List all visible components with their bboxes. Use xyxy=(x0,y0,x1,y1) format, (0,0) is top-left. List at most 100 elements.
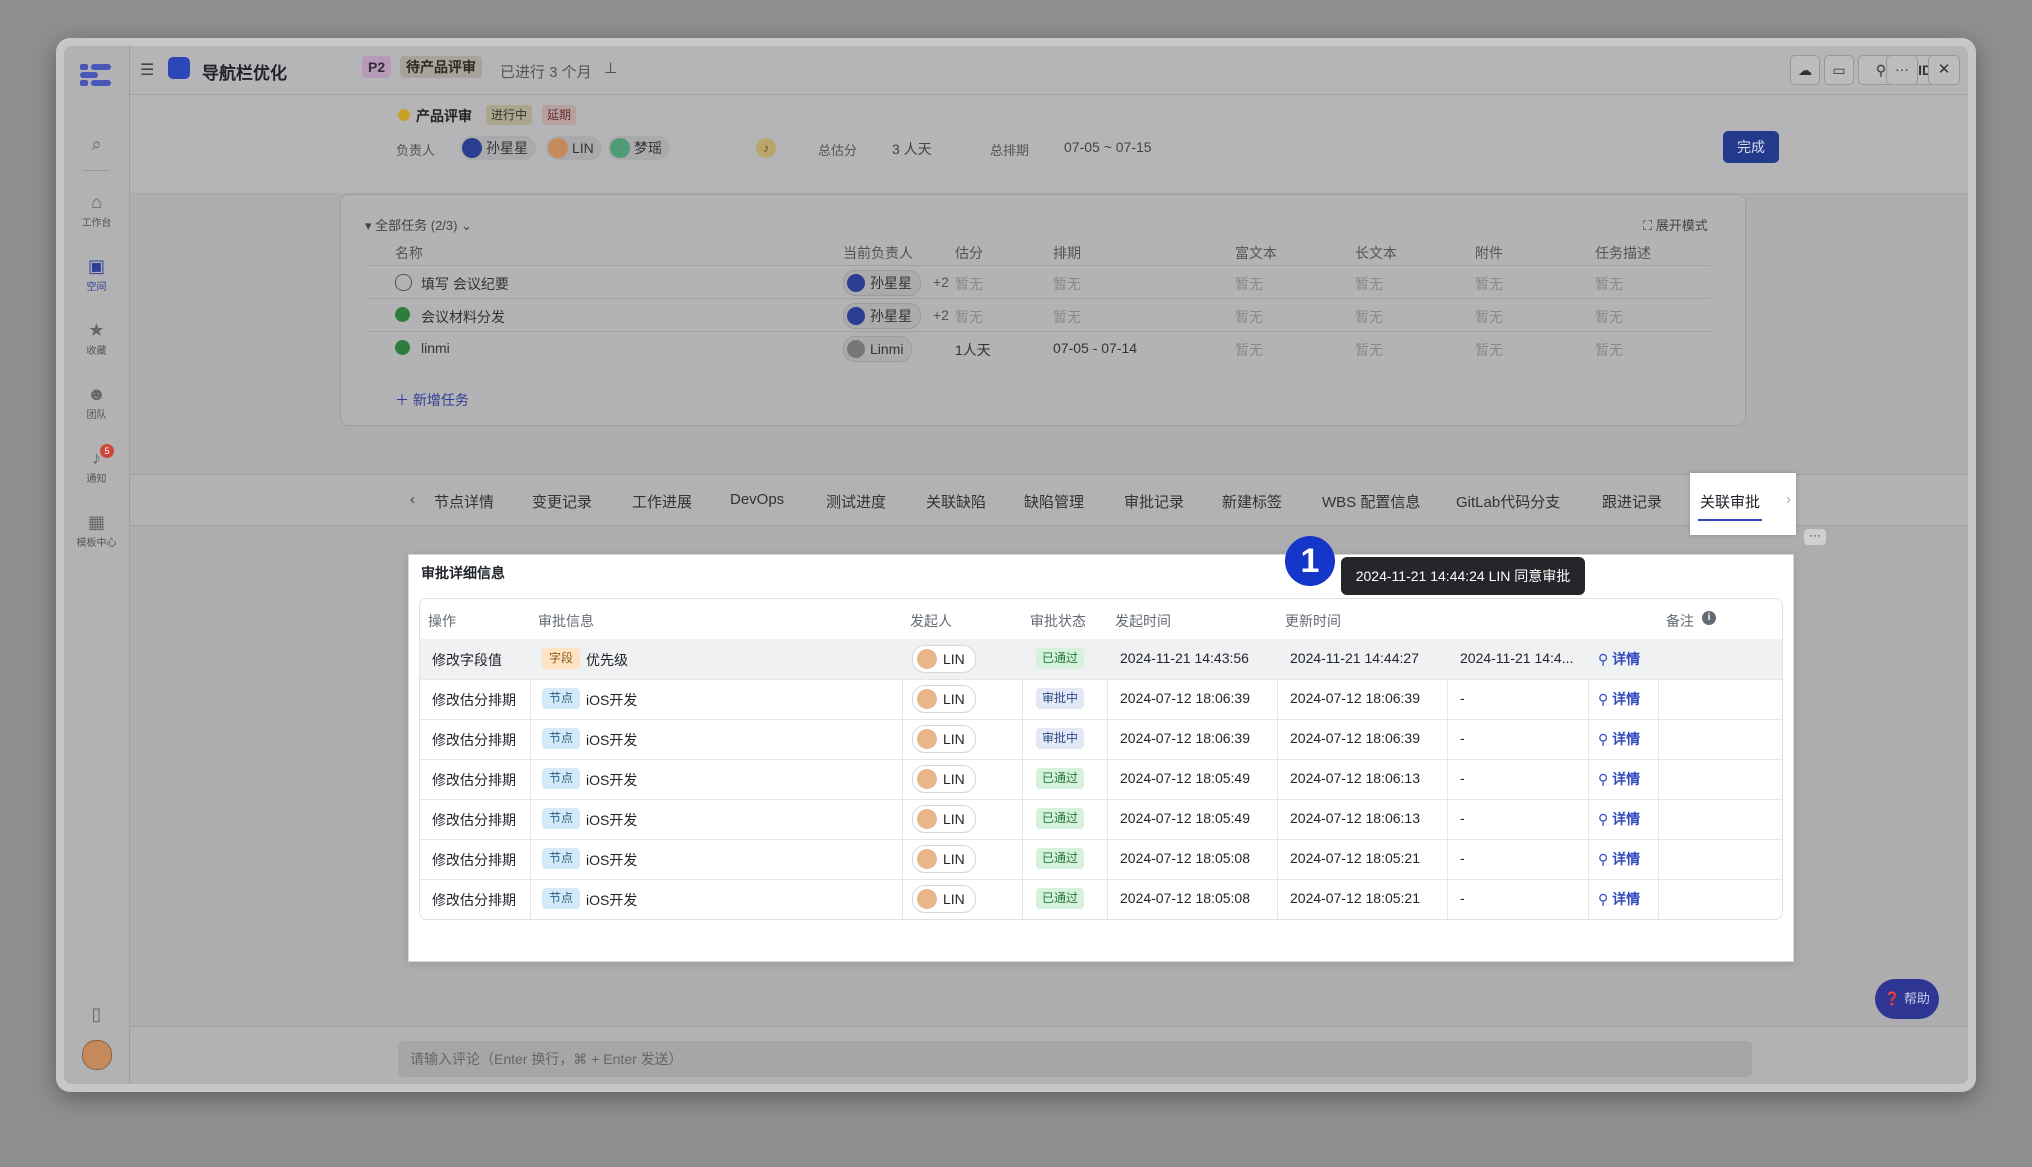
detail-link[interactable]: ⚲ 详情 xyxy=(1598,689,1640,709)
cell[interactable]: 暂无 xyxy=(1235,307,1263,327)
tab[interactable]: 新建标签 xyxy=(1222,491,1282,512)
tab[interactable]: 审批记录 xyxy=(1124,491,1184,512)
owner-chip[interactable]: 孙星星 xyxy=(460,136,536,160)
complete-button[interactable]: 完成 xyxy=(1723,131,1779,163)
cell[interactable]: 暂无 xyxy=(1475,307,1503,327)
more-button[interactable]: ··· xyxy=(1886,55,1918,85)
task-row[interactable]: 填写 会议纪要 孙星星 +2 暂无 暂无 暂无 暂无 暂无 暂无 xyxy=(367,265,1711,299)
cell[interactable]: 暂无 xyxy=(1053,274,1081,294)
tab[interactable]: 工作进展 xyxy=(632,491,692,512)
cell[interactable]: 暂无 xyxy=(1053,307,1081,327)
nav-search[interactable]: ⌕ xyxy=(64,134,129,156)
tab[interactable]: 变更记录 xyxy=(532,491,592,512)
todo-circle-icon[interactable] xyxy=(395,274,412,291)
watch-button[interactable]: ☁ xyxy=(1790,55,1820,85)
tab[interactable]: 测试进度 xyxy=(826,491,886,512)
detail-link[interactable]: ⚲ 详情 xyxy=(1598,649,1640,669)
task-name[interactable]: 填写 会议纪要 xyxy=(421,274,509,294)
initiator-chip[interactable]: LIN xyxy=(912,885,976,913)
cell[interactable]: 暂无 xyxy=(1355,307,1383,327)
nav-space[interactable]: ▣ 空间 xyxy=(64,256,129,293)
expand-mode-button[interactable]: ⛶ 展开模式 xyxy=(1643,215,1708,234)
detail-link[interactable]: ⚲ 详情 xyxy=(1598,729,1640,749)
detail-link[interactable]: ⚲ 详情 xyxy=(1598,889,1640,909)
tabs-next-icon[interactable]: › xyxy=(1786,491,1791,508)
cell[interactable]: 暂无 xyxy=(1475,274,1503,294)
stage-badge[interactable]: 待产品评审 xyxy=(400,56,482,78)
tab[interactable]: DevOps xyxy=(730,491,784,508)
info-icon[interactable]: i xyxy=(1702,611,1716,625)
owner-chip[interactable]: 孙星星 xyxy=(843,303,921,329)
table-row[interactable]: 修改估分排期 节点 iOS开发 LIN 已通过 2024-07-12 18:05:08 20… xyxy=(420,839,1782,880)
initiator-chip[interactable]: LIN xyxy=(912,805,976,833)
pin-icon[interactable]: ⊥ xyxy=(604,59,617,77)
tab[interactable]: GitLab代码分支 xyxy=(1456,491,1560,512)
bookmark-button[interactable]: ▭ xyxy=(1824,55,1854,85)
check-circle-icon[interactable] xyxy=(395,340,410,355)
cell[interactable]: 暂无 xyxy=(1595,340,1623,360)
task-name[interactable]: linmi xyxy=(421,340,450,356)
cell[interactable]: 暂无 xyxy=(1235,340,1263,360)
cell[interactable]: 07-05 - 07-14 xyxy=(1053,340,1137,356)
tab-more-button[interactable]: ··· xyxy=(1804,529,1826,545)
tab-related-approval[interactable]: 关联审批 › xyxy=(1690,473,1796,535)
comment-input[interactable]: 请输入评论（Enter 换行，⌘ + Enter 发送） xyxy=(398,1041,1752,1077)
table-row[interactable]: 修改估分排期 节点 iOS开发 LIN 已通过 2024-07-12 18:05:08 20… xyxy=(420,879,1782,919)
table-row[interactable]: 修改估分排期 节点 iOS开发 LIN 已通过 2024-07-12 18:05:49 20… xyxy=(420,759,1782,800)
help-button[interactable]: ❓ 帮助 xyxy=(1875,979,1939,1019)
node-name[interactable]: 产品评审 xyxy=(416,106,472,126)
tab[interactable]: 关联缺陷 xyxy=(926,491,986,512)
add-task-button[interactable]: ＋ 新增任务 xyxy=(395,390,469,410)
cell[interactable]: 暂无 xyxy=(1355,274,1383,294)
close-button[interactable]: ✕ xyxy=(1928,55,1960,85)
task-row[interactable]: linmi Linmi 1人天 07-05 - 07-14 暂无 暂无 暂无 暂… xyxy=(367,331,1711,365)
table-row[interactable]: 修改估分排期 节点 iOS开发 LIN 审批中 2024-07-12 18:06:39 20… xyxy=(420,679,1782,720)
initiator-chip[interactable]: LIN xyxy=(912,845,976,873)
task-row[interactable]: 会议材料分发 孙星星 +2 暂无 暂无 暂无 暂无 暂无 暂无 xyxy=(367,298,1711,332)
table-row[interactable]: 修改估分排期 节点 iOS开发 LIN 审批中 2024-07-12 18:06:39 20… xyxy=(420,719,1782,760)
task-name[interactable]: 会议材料分发 xyxy=(421,307,505,327)
more-owners[interactable]: +2 xyxy=(933,307,949,323)
initiator-chip[interactable]: LIN xyxy=(912,765,976,793)
nav-favorites[interactable]: ★ 收藏 xyxy=(64,320,129,357)
sidebar-toggle-icon[interactable]: ☰ xyxy=(140,60,154,80)
nav-templates[interactable]: ▦ 模板中心 xyxy=(64,512,129,549)
owner-chip[interactable]: Linmi xyxy=(843,336,913,362)
detail-link[interactable]: ⚲ 详情 xyxy=(1598,849,1640,869)
cell[interactable]: 暂无 xyxy=(955,274,983,294)
tab[interactable]: WBS 配置信息 xyxy=(1322,491,1420,512)
tab[interactable]: 跟进记录 xyxy=(1602,491,1662,512)
cell[interactable]: 暂无 xyxy=(1595,274,1623,294)
remind-bell-icon[interactable]: ♪ xyxy=(756,138,776,158)
check-circle-icon[interactable] xyxy=(395,307,410,322)
nav-team[interactable]: ☻ 团队 xyxy=(64,384,129,421)
owner-chip[interactable]: 梦瑶 xyxy=(608,136,670,160)
task-summary[interactable]: ▾ 全部任务 (2/3) ⌄ xyxy=(365,215,472,234)
detail-link[interactable]: ⚲ 详情 xyxy=(1598,809,1640,829)
initiator-chip[interactable]: LIN xyxy=(912,685,976,713)
nav-mobile[interactable]: ▯ xyxy=(64,1004,129,1026)
tab[interactable]: 缺陷管理 xyxy=(1024,491,1084,512)
cell[interactable]: 1人天 xyxy=(955,340,991,360)
tab[interactable]: 节点详情 xyxy=(434,491,494,512)
initiator-chip[interactable]: LIN xyxy=(912,645,976,673)
more-owners[interactable]: +2 xyxy=(933,274,949,290)
owner-chip[interactable]: LIN xyxy=(546,136,602,160)
owner-chip[interactable]: 孙星星 xyxy=(843,270,921,296)
cell[interactable]: 暂无 xyxy=(1235,274,1263,294)
table-row[interactable]: 修改估分排期 节点 iOS开发 LIN 已通过 2024-07-12 18:05:49 20… xyxy=(420,799,1782,840)
cell[interactable]: 暂无 xyxy=(1355,340,1383,360)
tabs-prev-icon[interactable]: ‹ xyxy=(410,491,415,508)
item-title[interactable]: 导航栏优化 xyxy=(202,59,287,84)
user-avatar[interactable] xyxy=(82,1040,112,1070)
cell[interactable]: 暂无 xyxy=(1475,340,1503,360)
detail-link[interactable]: ⚲ 详情 xyxy=(1598,769,1640,789)
app-logo-icon[interactable] xyxy=(80,60,112,90)
nav-workbench[interactable]: ⌂ 工作台 xyxy=(64,192,129,229)
initiator-chip[interactable]: LIN xyxy=(912,725,976,753)
cell[interactable]: 暂无 xyxy=(955,307,983,327)
table-row[interactable]: 修改字段值 字段 优先级 LIN 已通过 2024-11-21 14:43:56 2024-… xyxy=(420,639,1782,680)
priority-badge[interactable]: P2 xyxy=(362,56,392,78)
nav-notifications[interactable]: ♪ 5 通知 xyxy=(64,444,129,485)
cell[interactable]: 暂无 xyxy=(1595,307,1623,327)
